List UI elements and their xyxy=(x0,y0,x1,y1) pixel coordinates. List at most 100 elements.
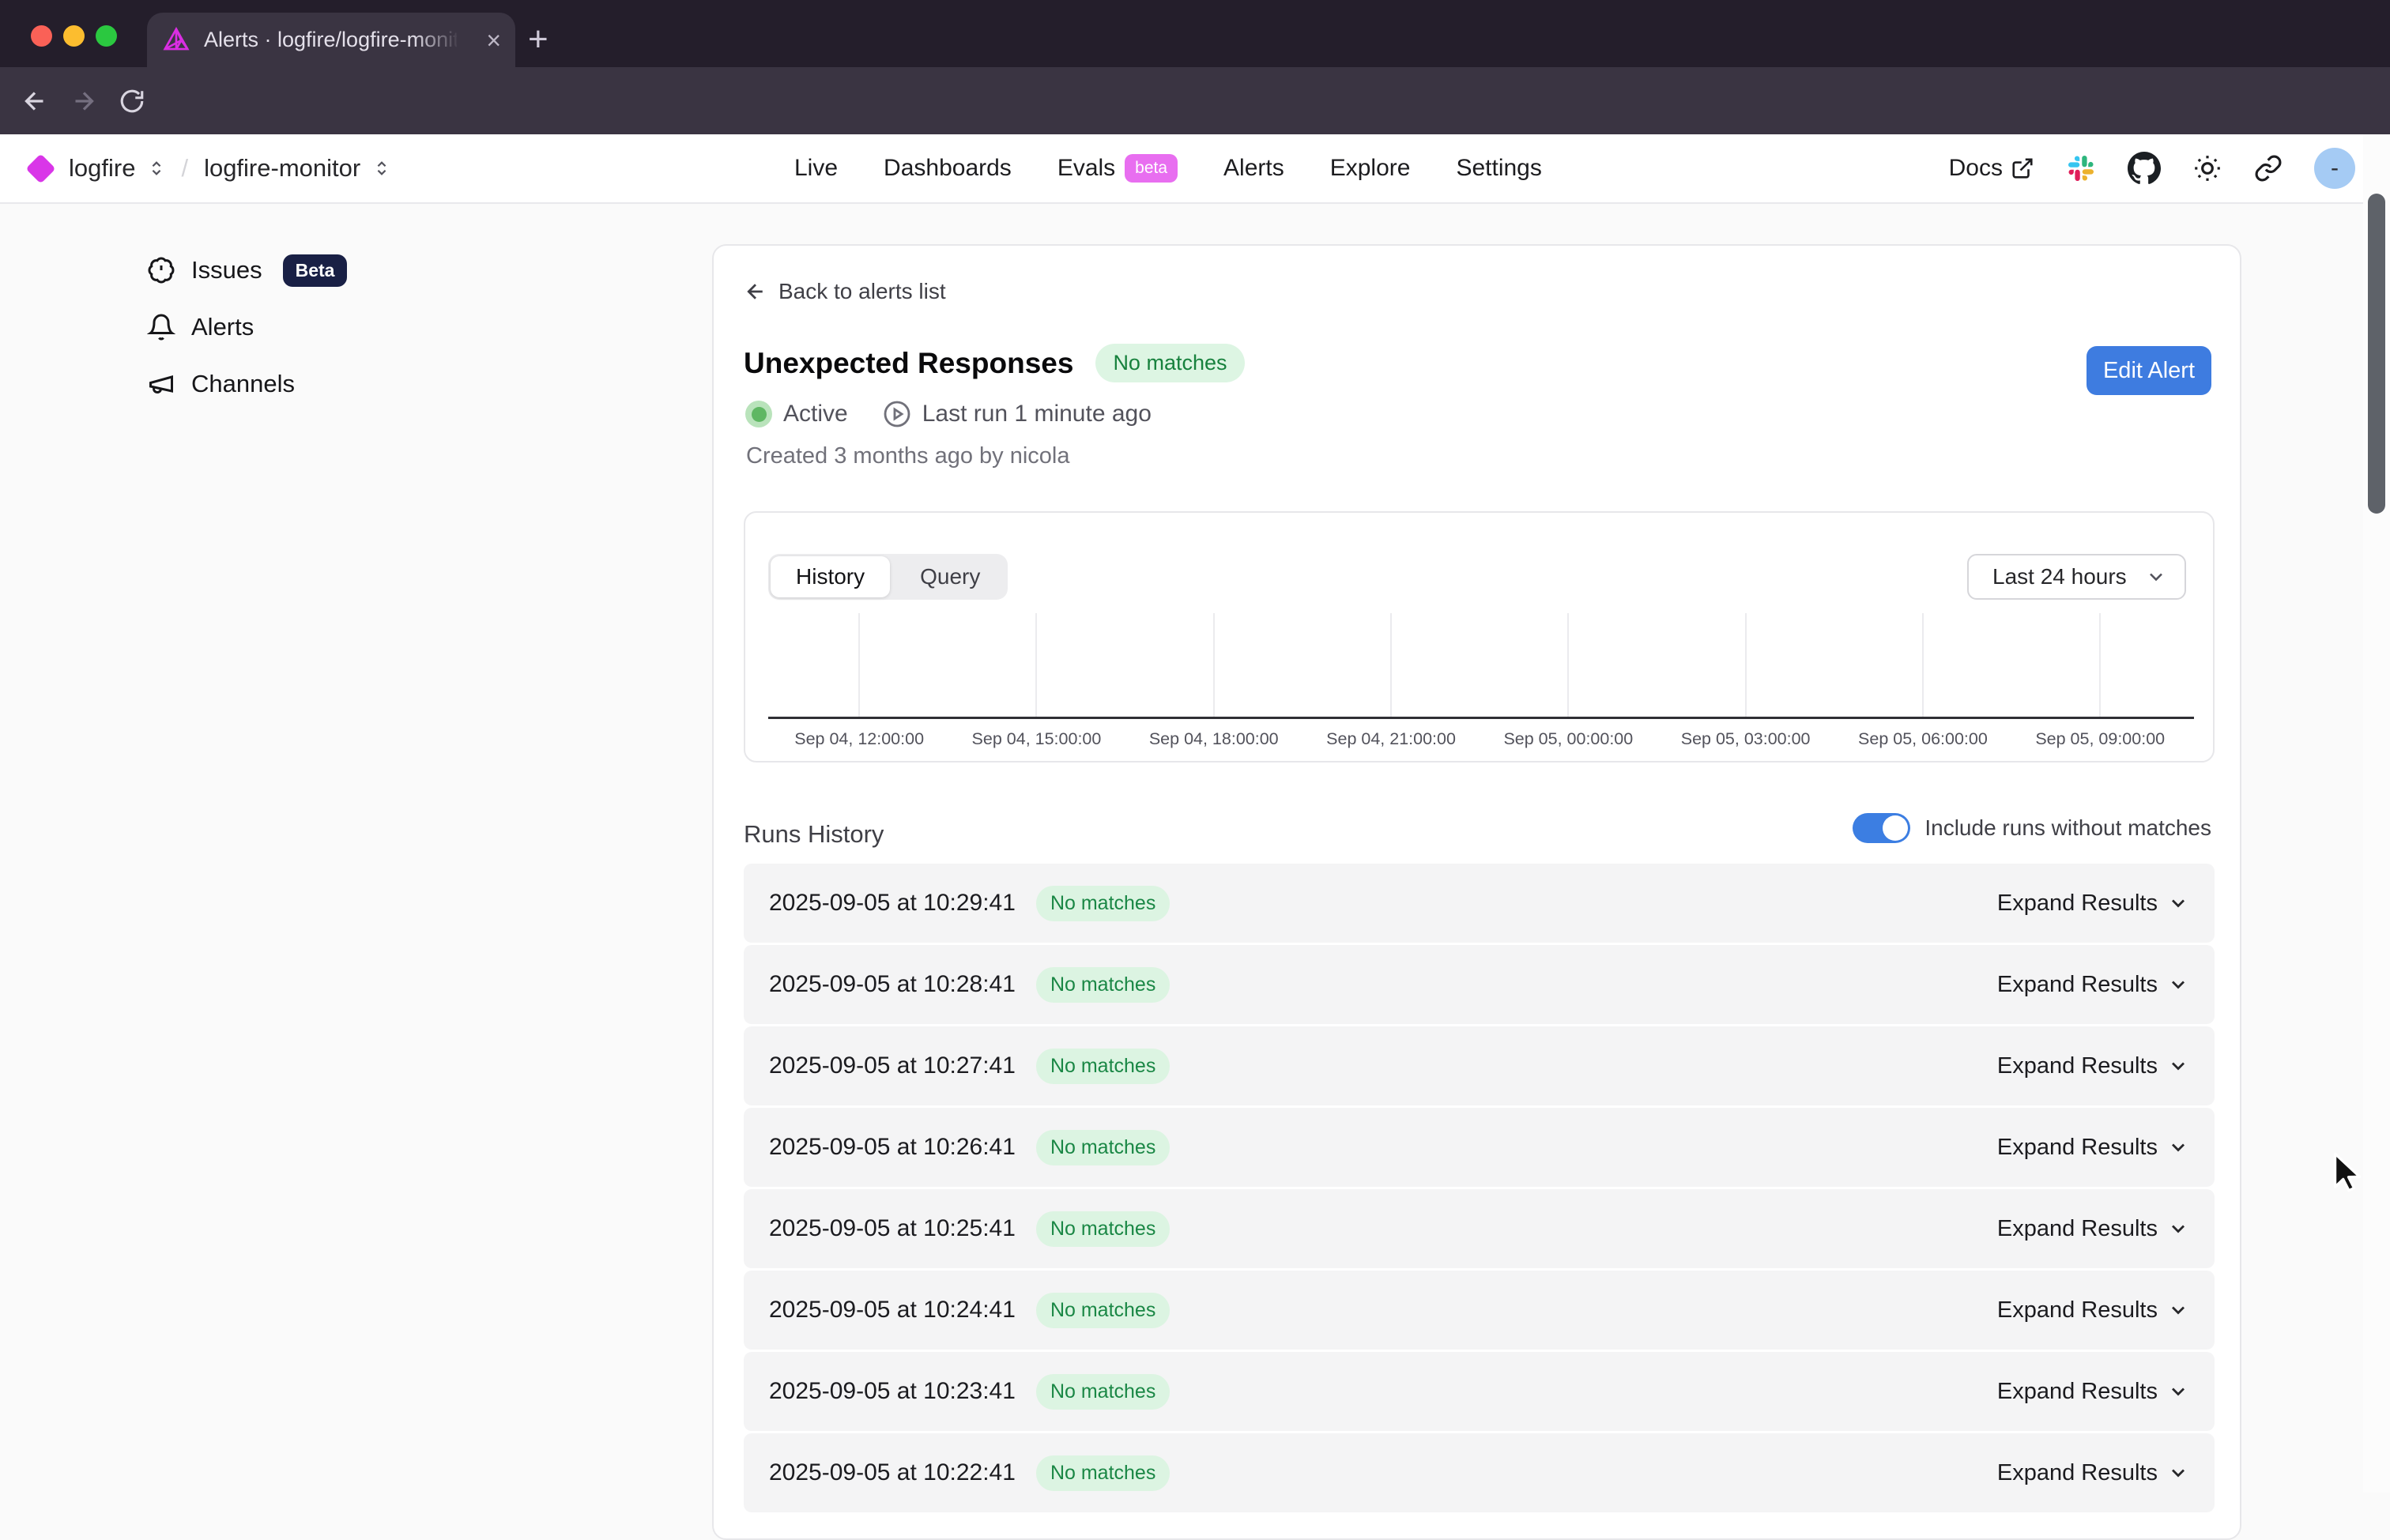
expand-results-button[interactable]: Expand Results xyxy=(1997,890,2189,917)
chevron-down-icon xyxy=(2167,1136,2189,1158)
sidebar-beta-badge: Beta xyxy=(283,254,348,287)
expand-results-label: Expand Results xyxy=(1997,1379,2158,1405)
docs-link[interactable]: Docs xyxy=(1949,155,2034,182)
tab-query[interactable]: Query xyxy=(895,556,1005,597)
include-runs-toggle[interactable] xyxy=(1853,813,1910,843)
reload-icon[interactable] xyxy=(119,88,145,115)
nav-item[interactable]: Settings xyxy=(1456,155,1541,182)
run-timestamp: 2025-09-05 at 10:23:41 xyxy=(769,1378,1016,1405)
chart-gridline xyxy=(1213,613,1215,717)
expand-results-label: Expand Results xyxy=(1997,1216,2158,1242)
chart-tick: Sep 05, 06:00:00 xyxy=(1834,613,2011,749)
forward-icon[interactable] xyxy=(70,87,98,115)
theme-sun-icon[interactable] xyxy=(2192,153,2222,183)
chart-tick: Sep 04, 18:00:00 xyxy=(1125,613,1302,749)
app-header: logfire / logfire-monitor Live Dashboard… xyxy=(0,134,2390,204)
page-scrollbar-thumb[interactable] xyxy=(2368,194,2385,514)
expand-results-button[interactable]: Expand Results xyxy=(1997,1053,2189,1079)
expand-results-button[interactable]: Expand Results xyxy=(1997,1216,2189,1242)
expand-results-button[interactable]: Expand Results xyxy=(1997,972,2189,998)
nav-item[interactable]: Evals beta xyxy=(1057,154,1178,183)
sidebar-item-issues[interactable]: Issues Beta xyxy=(147,250,347,291)
expand-results-label: Expand Results xyxy=(1997,1135,2158,1161)
expand-results-label: Expand Results xyxy=(1997,1460,2158,1486)
project-switcher[interactable]: logfire-monitor xyxy=(204,154,360,183)
docs-label: Docs xyxy=(1949,155,2003,182)
expand-results-label: Expand Results xyxy=(1997,1053,2158,1079)
play-circle-icon xyxy=(883,400,911,428)
nav-item[interactable]: Alerts xyxy=(1223,155,1284,182)
expand-results-button[interactable]: Expand Results xyxy=(1997,1379,2189,1405)
expand-results-button[interactable]: Expand Results xyxy=(1997,1297,2189,1323)
github-icon[interactable] xyxy=(2128,152,2161,185)
run-status-badge: No matches xyxy=(1036,967,1170,1003)
run-timestamp: 2025-09-05 at 10:29:41 xyxy=(769,890,1016,917)
active-dot-icon xyxy=(745,401,772,427)
chart-gridline xyxy=(1745,613,1747,717)
user-avatar[interactable]: - xyxy=(2314,148,2355,189)
nav-item[interactable]: Dashboards xyxy=(884,155,1012,182)
chart-tick-label: Sep 05, 09:00:00 xyxy=(2035,729,2165,749)
runs-list: 2025-09-05 at 10:29:41 No matches Expand… xyxy=(744,864,2215,1515)
chart-tick: Sep 05, 09:00:00 xyxy=(2011,613,2188,749)
badge-alert-icon xyxy=(147,256,175,284)
edit-alert-button[interactable]: Edit Alert xyxy=(2087,346,2211,395)
traffic-light-zoom[interactable] xyxy=(96,25,117,47)
sidebar-item-channels[interactable]: Channels xyxy=(147,363,347,405)
sidebar-item-label: Channels xyxy=(191,370,295,398)
share-link-icon[interactable] xyxy=(2254,154,2283,183)
run-row: 2025-09-05 at 10:23:41 No matches Expand… xyxy=(744,1352,2215,1431)
breadcrumb-separator: / xyxy=(181,154,188,183)
logfire-logo xyxy=(25,153,55,183)
run-timestamp: 2025-09-05 at 10:25:41 xyxy=(769,1215,1016,1242)
tab-close-icon[interactable]: × xyxy=(486,28,501,53)
traffic-light-minimize[interactable] xyxy=(63,25,85,47)
logfire-favicon xyxy=(161,25,191,55)
time-range-value: Last 24 hours xyxy=(1992,564,2145,589)
run-timestamp: 2025-09-05 at 10:26:41 xyxy=(769,1134,1016,1161)
run-row: 2025-09-05 at 10:28:41 No matches Expand… xyxy=(744,945,2215,1024)
browser-tab[interactable]: Alerts · logfire/logfire-monitor × xyxy=(147,13,515,67)
nav-item-label: Dashboards xyxy=(884,155,1012,182)
chevron-down-icon xyxy=(2167,1462,2189,1484)
chevron-down-icon xyxy=(2145,566,2167,588)
browser-tab-bar: Alerts · logfire/logfire-monitor × + xyxy=(0,0,2390,67)
back-to-alerts-link[interactable]: Back to alerts list xyxy=(744,279,946,304)
runs-history-heading: Runs History xyxy=(744,820,884,849)
back-icon[interactable] xyxy=(21,87,49,115)
back-label: Back to alerts list xyxy=(778,279,946,304)
org-switcher[interactable]: logfire xyxy=(69,154,135,183)
slack-icon[interactable] xyxy=(2066,153,2096,183)
sidebar-item-alerts[interactable]: Alerts xyxy=(147,307,347,348)
alert-detail-card: Back to alerts list Unexpected Responses… xyxy=(712,244,2241,1540)
nav-item[interactable]: Explore xyxy=(1330,155,1411,182)
tab-history[interactable]: History xyxy=(771,556,890,597)
time-range-select[interactable]: Last 24 hours xyxy=(1967,554,2186,600)
expand-results-button[interactable]: Expand Results xyxy=(1997,1135,2189,1161)
chart-tick: Sep 05, 03:00:00 xyxy=(1657,613,1834,749)
chart-tick: Sep 04, 12:00:00 xyxy=(771,613,948,749)
sidebar: Issues Beta Alerts Channels xyxy=(147,250,347,420)
chevrons-up-down-icon[interactable] xyxy=(373,160,390,177)
arrow-left-icon xyxy=(744,280,767,303)
chart-tick: Sep 04, 21:00:00 xyxy=(1302,613,1480,749)
chart-x-axis xyxy=(768,717,2194,719)
run-status-badge: No matches xyxy=(1036,1374,1170,1410)
nav-item[interactable]: Live xyxy=(794,155,838,182)
traffic-light-close[interactable] xyxy=(31,25,52,47)
chevron-down-icon xyxy=(2167,973,2189,996)
last-run-label: Last run 1 minute ago xyxy=(922,401,1152,427)
browser-toolbar: logfire-us.pydantic.dev/logfire/logfire-… xyxy=(0,67,2390,134)
run-status-badge: No matches xyxy=(1036,1049,1170,1084)
match-status-badge: No matches xyxy=(1095,344,1244,382)
expand-results-button[interactable]: Expand Results xyxy=(1997,1460,2189,1486)
chart-tick: Sep 05, 00:00:00 xyxy=(1480,613,1657,749)
chevron-down-icon xyxy=(2167,1218,2189,1240)
run-status-badge: No matches xyxy=(1036,1211,1170,1247)
new-tab-button[interactable]: + xyxy=(528,22,548,57)
chevron-down-icon xyxy=(2167,1299,2189,1321)
nav-item-label: Live xyxy=(794,155,838,182)
run-row: 2025-09-05 at 10:22:41 No matches Expand… xyxy=(744,1433,2215,1512)
chevrons-up-down-icon[interactable] xyxy=(148,160,165,177)
page-scrollbar-track[interactable] xyxy=(2363,134,2390,1493)
